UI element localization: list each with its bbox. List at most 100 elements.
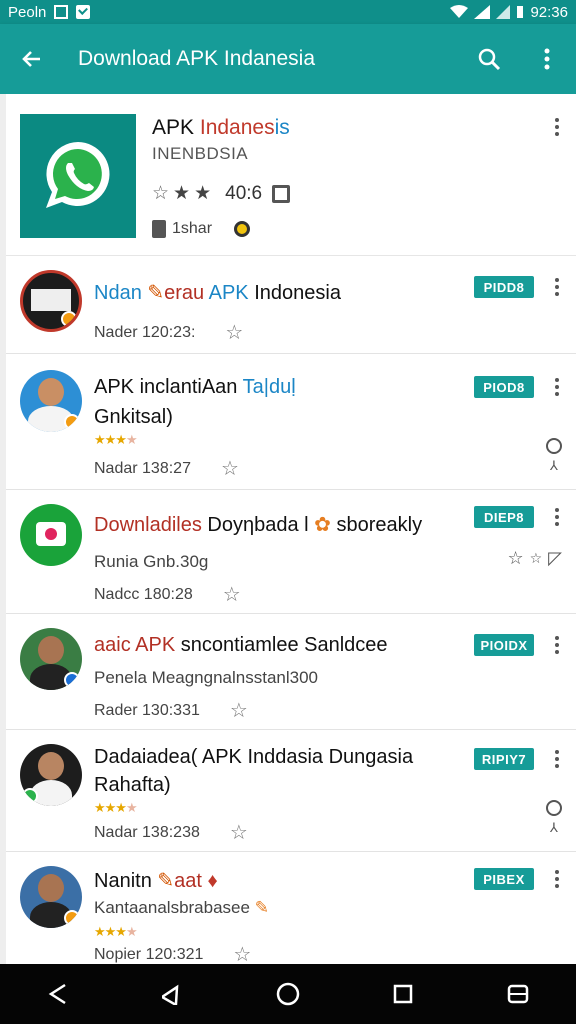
install-button[interactable]: PIOD8 bbox=[474, 376, 534, 398]
item-title: aaic APK sncontiamlee Sanldcee bbox=[94, 634, 388, 656]
rating-stars: ★★★★ bbox=[94, 432, 138, 447]
item-meta: Nadar 138:27 ☆ bbox=[94, 458, 239, 480]
recents-icon bbox=[393, 984, 413, 1004]
clock: 92:36 bbox=[530, 3, 568, 21]
item-meta: Nopier 120:321 ☆ bbox=[94, 942, 251, 964]
verified-badge-icon bbox=[64, 414, 80, 430]
person-icon[interactable]: ⅄ bbox=[550, 458, 558, 474]
list-item[interactable]: aaic APK sncontiamlee Sanldcee Penela Me… bbox=[6, 614, 576, 730]
app-name: APK Indanesis bbox=[152, 116, 290, 139]
item-meta: Nadar 138:238 ☆ bbox=[94, 822, 248, 844]
verified-badge-icon bbox=[64, 910, 80, 926]
verified-badge-icon bbox=[64, 672, 80, 688]
lock-icon[interactable] bbox=[546, 438, 562, 454]
rating-stars: ★★★★ bbox=[94, 924, 138, 939]
share-icon[interactable]: ◸ bbox=[548, 548, 562, 569]
search-button[interactable] bbox=[460, 24, 518, 94]
avatar bbox=[20, 628, 82, 690]
more-options-button[interactable] bbox=[554, 750, 560, 768]
item-meta: Nader 120:23: ☆ bbox=[94, 322, 244, 344]
switch-button[interactable] bbox=[488, 964, 548, 1024]
app-bar: Download APK Indanesia bbox=[0, 24, 576, 94]
switch-icon bbox=[508, 984, 529, 1004]
star-outline-icon: ☆ bbox=[152, 183, 170, 204]
item-subtitle: Rahafta) bbox=[94, 774, 171, 796]
file-icon bbox=[152, 220, 166, 238]
person-icon[interactable]: ⅄ bbox=[550, 820, 558, 836]
avatar bbox=[20, 866, 82, 928]
item-title: Dadaiadea( APK Inddasia Dungasia bbox=[94, 746, 414, 768]
side-actions[interactable]: ⅄ bbox=[546, 800, 562, 836]
star-outline-icon: ☆ bbox=[229, 822, 248, 844]
more-options-button[interactable] bbox=[554, 870, 560, 888]
star-outline-icon: ☆ bbox=[220, 458, 239, 480]
item-meta: Nadcc 180:28 ☆ bbox=[94, 584, 241, 606]
item-title: Downladiles Doyηbada l ✿ sboreakly bbox=[94, 514, 423, 536]
back-button[interactable] bbox=[0, 24, 62, 94]
avatar bbox=[20, 504, 82, 566]
status-bar: Peoln 92:36 bbox=[0, 0, 576, 24]
overflow-menu-button[interactable] bbox=[518, 24, 576, 94]
list-item[interactable]: Ndan ✎erau APK Indonesia Nader 120:23: ☆… bbox=[6, 256, 576, 354]
star-outline-icon: ☆ bbox=[225, 322, 244, 344]
install-button[interactable]: DIEP8 bbox=[474, 506, 534, 528]
item-subtitle: Gnkitsal) bbox=[94, 406, 173, 428]
content-list[interactable]: APK Indanesis INENBDSIA ☆ ★ ★ 40:6 1shar… bbox=[0, 94, 576, 964]
star-outline-icon[interactable]: ☆ bbox=[507, 548, 523, 569]
more-options-button[interactable] bbox=[554, 118, 560, 136]
list-item[interactable]: Nanitn ✎aat ♦ Kantaanalsbrabasee ✎ ★★★★ … bbox=[6, 852, 576, 964]
side-actions[interactable]: ☆ ☆ ◸ bbox=[507, 548, 562, 569]
carrier-label: Peoln bbox=[8, 3, 47, 21]
more-options-button[interactable] bbox=[554, 378, 560, 396]
nav-back-button[interactable] bbox=[28, 964, 88, 1024]
more-vert-icon bbox=[544, 48, 550, 70]
rating-stars: ★★★★ bbox=[94, 800, 138, 815]
app-rating: ☆ ★ ★ 40:6 bbox=[152, 182, 291, 205]
list-item[interactable]: Downladiles Doyηbada l ✿ sboreakly Runia… bbox=[6, 490, 576, 614]
install-button[interactable]: PIDD8 bbox=[474, 276, 534, 298]
screenshot-icon bbox=[54, 5, 69, 19]
more-options-button[interactable] bbox=[554, 508, 560, 526]
lock-icon[interactable] bbox=[546, 800, 562, 816]
more-options-button[interactable] bbox=[554, 278, 560, 296]
search-icon bbox=[478, 48, 501, 71]
item-subtitle: Penela Meagngnalnsstanl300 bbox=[94, 668, 319, 687]
signal-2-icon bbox=[496, 5, 511, 19]
more-options-button[interactable] bbox=[554, 636, 560, 654]
signal-icon bbox=[474, 5, 491, 19]
avatar bbox=[20, 370, 82, 432]
nav-back-outline-button[interactable] bbox=[143, 964, 203, 1024]
star-outline-icon: ☆ bbox=[229, 700, 248, 722]
verified-badge-icon bbox=[22, 788, 38, 804]
nav-back-icon bbox=[48, 983, 66, 1005]
home-button[interactable] bbox=[258, 964, 318, 1024]
recents-button[interactable] bbox=[373, 964, 433, 1024]
star-filled-icon: ★ bbox=[173, 183, 191, 204]
app-header-card[interactable]: APK Indanesis INENBDSIA ☆ ★ ★ 40:6 1shar bbox=[6, 94, 576, 256]
install-button[interactable]: PIOIDX bbox=[474, 634, 534, 656]
rating-value: 40:6 bbox=[225, 182, 263, 204]
install-button[interactable]: RIPIY7 bbox=[474, 748, 534, 770]
home-icon bbox=[276, 982, 300, 1006]
list-item[interactable]: Dadaiadea( APK Inddasia Dungasia Rahafta… bbox=[6, 730, 576, 852]
battery-icon bbox=[517, 6, 524, 18]
side-actions[interactable]: ⅄ bbox=[546, 438, 562, 474]
item-title: Nanitn ✎aat ♦ bbox=[94, 870, 218, 892]
app-meta: 1shar bbox=[152, 220, 251, 238]
star-filled-icon: ★ bbox=[194, 183, 212, 204]
star-outline-icon: ☆ bbox=[233, 944, 252, 964]
list-item[interactable]: APK inclantiAan Ta|duḷ Gnkitsal) ★★★★ Na… bbox=[6, 354, 576, 490]
avatar bbox=[20, 270, 82, 332]
whatsapp-icon bbox=[20, 114, 136, 238]
badge-icon bbox=[234, 221, 251, 237]
item-title: Ndan ✎erau APK Indonesia bbox=[94, 282, 341, 304]
system-nav-bar bbox=[0, 964, 576, 1024]
developer-name: INENBDSIA bbox=[152, 144, 249, 163]
install-button[interactable]: PIBEX bbox=[474, 868, 534, 890]
item-subtitle: Kantaanalsbrabasee ✎ bbox=[94, 898, 269, 917]
calendar-icon bbox=[272, 184, 291, 203]
item-title: APK inclantiAan Ta|duḷ bbox=[94, 376, 296, 398]
item-subtitle: Runia Gnb.30g bbox=[94, 552, 209, 571]
download-done-icon bbox=[76, 5, 91, 19]
star-outline-icon[interactable]: ☆ bbox=[530, 550, 543, 567]
